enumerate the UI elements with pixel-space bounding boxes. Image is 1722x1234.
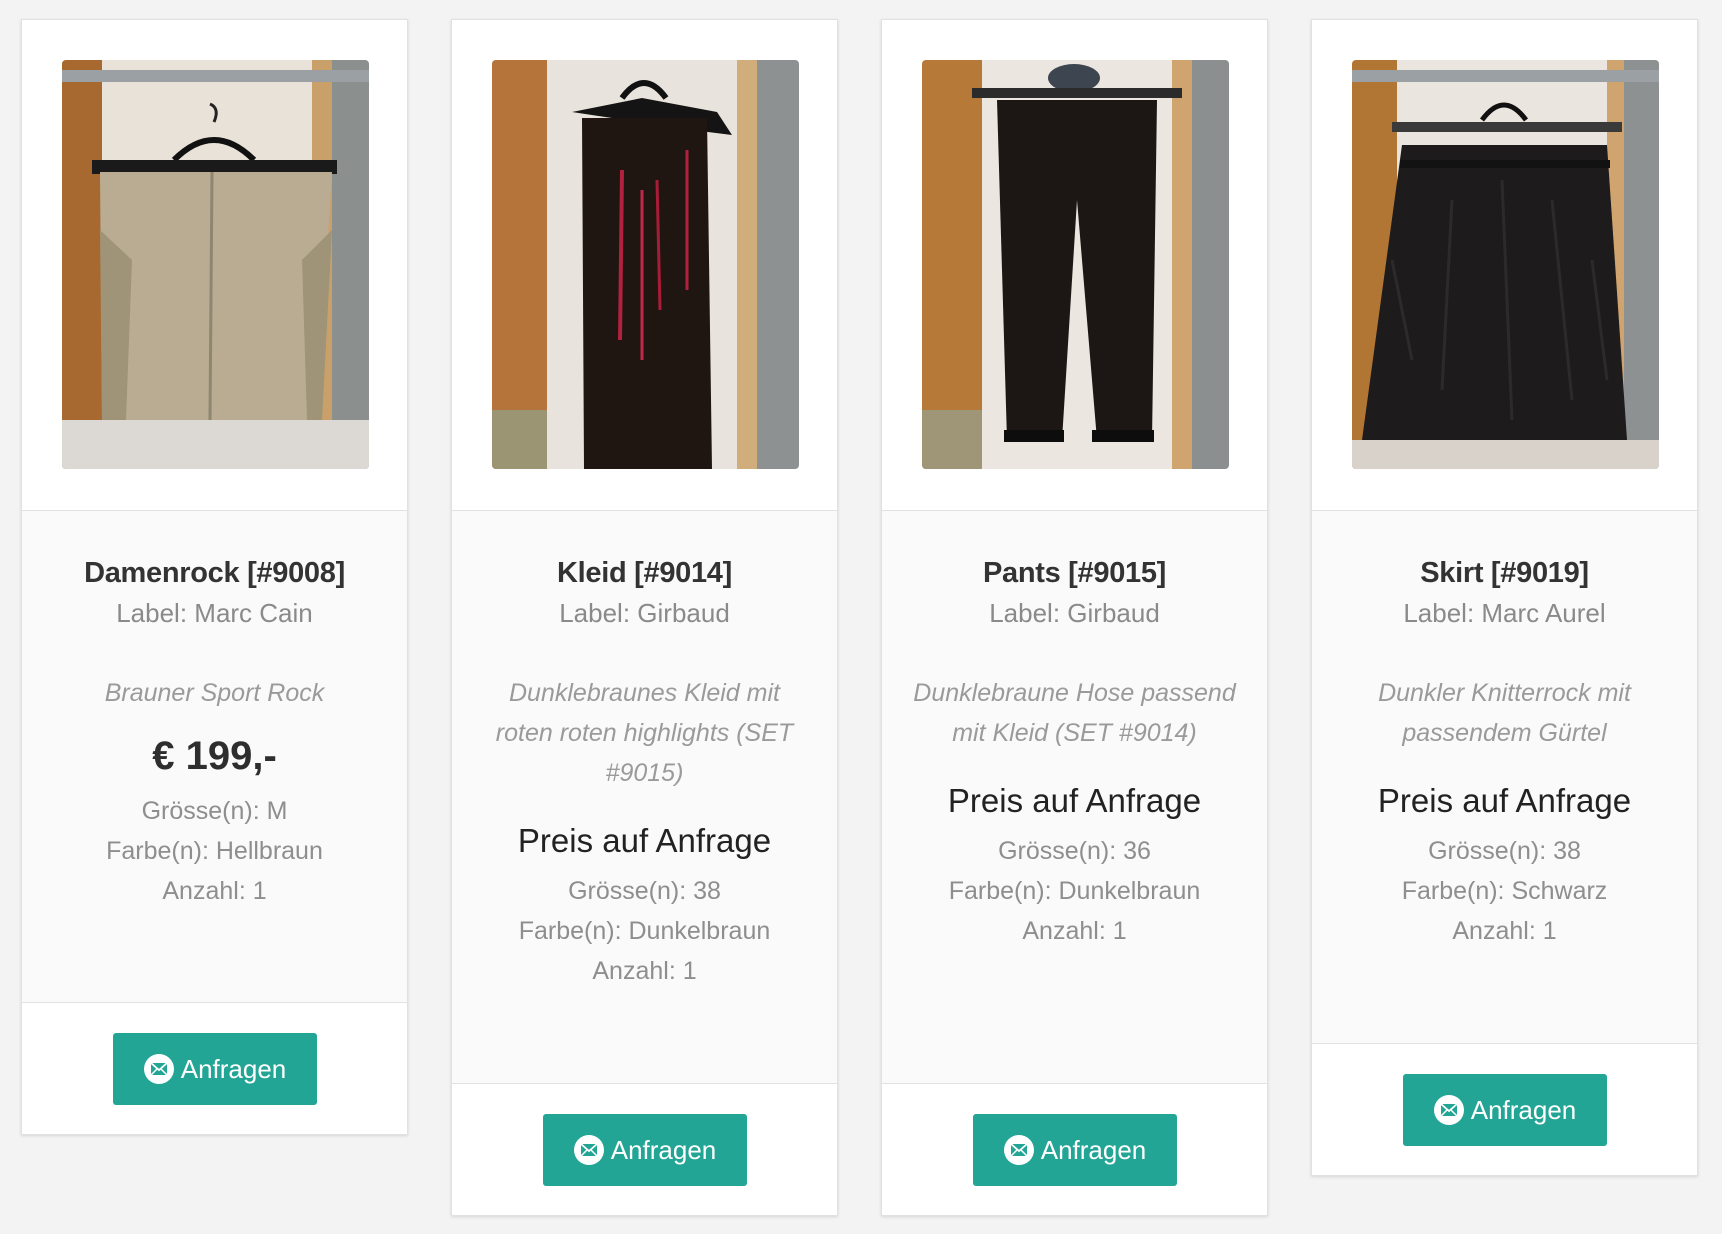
inquire-button-label: Anfragen	[610, 1134, 717, 1165]
product-quantity: Anzahl: 1	[162, 877, 267, 905]
inquire-button[interactable]: Anfragen	[112, 1033, 317, 1105]
product-image-container	[452, 20, 837, 511]
envelope-icon	[143, 1054, 174, 1084]
product-description: Brauner Sport Rock	[104, 679, 325, 707]
product-card-footer: Anfragen	[22, 1003, 407, 1134]
product-label: Label: Marc Aurel	[1403, 598, 1606, 628]
product-photo-skirt-beige[interactable]	[62, 60, 369, 469]
product-description: Dunklebraunes Kleid mit roten roten high…	[495, 679, 794, 787]
product-card-9015: Pants [#9015] Label: Girbaud Dunklebraun…	[881, 19, 1268, 1216]
product-card-body: Pants [#9015] Label: Girbaud Dunklebraun…	[882, 511, 1267, 1084]
product-quantity: Anzahl: 1	[1452, 917, 1557, 945]
product-title[interactable]: Kleid [#9014]	[472, 553, 817, 593]
product-title[interactable]: Damenrock [#9008]	[42, 553, 387, 593]
product-photo-pants[interactable]	[922, 60, 1229, 469]
envelope-icon	[1003, 1135, 1034, 1165]
product-card-footer: Anfragen	[452, 1084, 837, 1215]
product-card-body: Skirt [#9019] Label: Marc Aurel Dunkler …	[1312, 511, 1697, 1044]
product-image-container	[22, 20, 407, 511]
product-size: Grösse(n): 38	[1428, 837, 1581, 865]
product-price: Preis auf Anfrage	[1377, 782, 1632, 819]
product-title[interactable]: Pants [#9015]	[902, 553, 1247, 593]
inquire-button[interactable]: Anfragen	[542, 1114, 747, 1186]
product-card-footer: Anfragen	[1312, 1044, 1697, 1175]
inquire-button[interactable]: Anfragen	[972, 1114, 1177, 1186]
product-photo-skirt-black[interactable]	[1352, 60, 1659, 469]
product-price: € 199,-	[152, 734, 277, 778]
inquire-button[interactable]: Anfragen	[1402, 1074, 1607, 1146]
product-card-9019: Skirt [#9019] Label: Marc Aurel Dunkler …	[1311, 19, 1698, 1176]
inquire-button-label: Anfragen	[1470, 1094, 1577, 1125]
inquire-button-label: Anfragen	[180, 1053, 287, 1084]
product-label: Label: Girbaud	[559, 598, 730, 628]
product-label: Label: Girbaud	[989, 598, 1160, 628]
product-card-9014: Kleid [#9014] Label: Girbaud Dunklebraun…	[451, 19, 838, 1216]
envelope-icon	[573, 1135, 604, 1165]
product-description: Dunkler Knitterrock mit passendem Gürtel	[1378, 679, 1631, 747]
product-card-body: Damenrock [#9008] Label: Marc Cain Braun…	[22, 511, 407, 1003]
product-size: Grösse(n): 36	[998, 837, 1151, 865]
product-quantity: Anzahl: 1	[592, 957, 697, 985]
product-card-footer: Anfragen	[882, 1084, 1267, 1215]
product-color: Farbe(n): Schwarz	[1401, 877, 1608, 905]
envelope-icon	[1433, 1095, 1464, 1125]
product-title[interactable]: Skirt [#9019]	[1332, 553, 1677, 593]
product-image-container	[882, 20, 1267, 511]
product-color: Farbe(n): Dunkelbraun	[518, 917, 771, 945]
product-price: Preis auf Anfrage	[517, 822, 772, 859]
product-size: Grösse(n): M	[141, 797, 288, 825]
product-card-9008: Damenrock [#9008] Label: Marc Cain Braun…	[21, 19, 408, 1135]
product-label: Label: Marc Cain	[116, 598, 313, 628]
product-photo-dress[interactable]	[492, 60, 799, 469]
product-color: Farbe(n): Hellbraun	[106, 837, 323, 865]
product-description: Dunklebraune Hose passend mit Kleid (SET…	[913, 679, 1236, 747]
product-price: Preis auf Anfrage	[947, 782, 1202, 819]
inquire-button-label: Anfragen	[1040, 1134, 1147, 1165]
product-size: Grösse(n): 38	[568, 877, 721, 905]
product-card-body: Kleid [#9014] Label: Girbaud Dunklebraun…	[452, 511, 837, 1084]
product-quantity: Anzahl: 1	[1022, 917, 1127, 945]
product-image-container	[1312, 20, 1697, 511]
product-color: Farbe(n): Dunkelbraun	[948, 877, 1201, 905]
